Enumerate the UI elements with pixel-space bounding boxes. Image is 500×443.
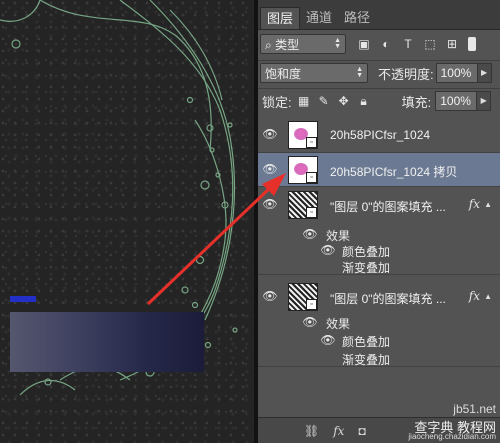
opacity-input[interactable]: 100% xyxy=(435,63,478,83)
eye-icon[interactable]: 👁︎ xyxy=(320,333,336,347)
lock-row: 锁定: ▦ ✎ ✥ 🔒︎ 填充: 100% ▶ xyxy=(258,91,500,111)
layer-name[interactable]: 20h58PICfsr_1024 xyxy=(330,128,430,142)
collapse-arrow-icon[interactable]: ▲ xyxy=(484,292,492,301)
layer-thumbnail: ▫ xyxy=(288,121,318,149)
smart-object-badge-icon: ▫ xyxy=(306,137,317,148)
effect-color-overlay[interactable]: 颜色叠加 xyxy=(342,333,390,350)
smart-object-filter-icon[interactable]: ⊞ xyxy=(444,36,460,52)
eye-icon[interactable]: 👁︎ xyxy=(320,243,336,257)
collapse-arrow-icon[interactable]: ▲ xyxy=(484,200,492,209)
search-icon: ⌕ xyxy=(265,37,272,52)
watermark-site: jb51.net xyxy=(453,402,496,416)
shape-filter-icon[interactable]: ⬚ xyxy=(422,36,438,52)
blend-mode-dropdown[interactable]: 饱和度 ▲ ▼ xyxy=(260,63,368,83)
blend-mode-value: 饱和度 xyxy=(265,66,302,81)
lock-move-icon[interactable]: ✥ xyxy=(336,93,352,109)
link-layers-icon[interactable]: ⛓ xyxy=(304,424,319,438)
tab-layers[interactable]: 图层 xyxy=(260,7,301,29)
gradient-rectangle xyxy=(10,312,204,372)
watermark-url: jiaocheng.chazidian.com xyxy=(408,432,496,441)
layer-thumbnail: ▫ xyxy=(288,191,318,219)
image-filter-icon[interactable]: ▣ xyxy=(356,36,372,52)
eye-icon[interactable]: 👁︎ xyxy=(302,315,318,329)
eye-icon[interactable]: 👁︎ xyxy=(262,127,278,141)
layer-name[interactable]: "图层 0"的图案填充 ... xyxy=(330,198,446,215)
effects-label[interactable]: 效果 xyxy=(326,227,350,244)
filter-kind-dropdown[interactable]: ⌕ 类型 ▲ ▼ xyxy=(260,34,346,54)
adjustment-filter-icon[interactable]: ◐ xyxy=(378,36,394,52)
opacity-label: 不透明度: xyxy=(378,66,434,82)
effects-label[interactable]: 效果 xyxy=(326,315,350,332)
eye-icon[interactable]: 👁︎ xyxy=(302,227,318,241)
filter-kind-label: 类型 xyxy=(275,37,300,52)
fill-slider-arrow[interactable]: ▶ xyxy=(477,91,492,111)
filter-row: ⌕ 类型 ▲ ▼ ▣ ◐ T ⬚ ⊞ xyxy=(258,34,500,54)
layer-row[interactable]: 👁︎ ▫ "图层 0"的图案填充 ... fx ▲ 👁︎ 效果 👁︎ 颜色叠加 … xyxy=(258,275,500,367)
lock-paint-icon[interactable]: ✎ xyxy=(316,93,332,109)
eye-icon[interactable]: 👁︎ xyxy=(262,289,278,303)
add-style-icon[interactable]: fx xyxy=(333,424,344,438)
layers-list: 👁︎ ▫ 20h58PICfsr_1024 👁︎ ▫ 20h58PICfsr_1… xyxy=(258,117,500,417)
layer-name[interactable]: "图层 0"的图案填充 ... xyxy=(330,290,446,307)
effect-gradient-overlay[interactable]: 渐变叠加 xyxy=(342,351,390,368)
effect-color-overlay[interactable]: 颜色叠加 xyxy=(342,243,390,260)
layer-thumbnail: ▫ xyxy=(288,156,318,184)
layer-row[interactable]: 👁︎ ▫ "图层 0"的图案填充 ... fx ▲ 👁︎ 效果 👁︎ 颜色叠加 … xyxy=(258,187,500,275)
lock-all-icon[interactable]: 🔒︎ xyxy=(356,93,372,109)
opacity-slider-arrow[interactable]: ▶ xyxy=(477,63,492,83)
effect-gradient-overlay[interactable]: 渐变叠加 xyxy=(342,259,390,276)
updown-icon: ▲ ▼ xyxy=(356,66,363,79)
smart-object-badge-icon: ▫ xyxy=(306,172,317,183)
fill-input[interactable]: 100% xyxy=(435,91,478,111)
eye-icon[interactable]: 👁︎ xyxy=(262,162,278,176)
layer-name[interactable]: 20h58PICfsr_1024 拷贝 xyxy=(330,163,457,180)
text-filter-icon[interactable]: T xyxy=(400,36,416,52)
fx-icon[interactable]: fx xyxy=(469,197,480,211)
layer-thumbnail: ▫ xyxy=(288,283,318,311)
tab-channels[interactable]: 通道 xyxy=(300,7,338,29)
tab-paths[interactable]: 路径 xyxy=(338,7,376,29)
layer-row-selected[interactable]: 👁︎ ▫ 20h58PICfsr_1024 拷贝 xyxy=(258,153,500,187)
lock-transparent-icon[interactable]: ▦ xyxy=(296,93,312,109)
fx-icon[interactable]: fx xyxy=(469,289,480,303)
blue-stroke xyxy=(10,296,36,302)
filter-toggle-switch[interactable] xyxy=(468,37,476,51)
add-mask-icon[interactable]: ◘ xyxy=(358,424,365,438)
panel-tabs: 图层 通道 路径 xyxy=(258,0,500,30)
document-canvas[interactable] xyxy=(0,0,254,443)
fill-layer-badge-icon: ▫ xyxy=(306,299,317,310)
updown-icon: ▲ ▼ xyxy=(334,37,341,50)
lock-label: 锁定: xyxy=(262,94,292,110)
layers-panel: 图层 通道 路径 ⌕ 类型 ▲ ▼ ▣ ◐ T ⬚ ⊞ 饱和度 ▲ ▼ 不透明度: … xyxy=(258,0,500,443)
filter-icons: ▣ ◐ T ⬚ ⊞ xyxy=(356,36,460,52)
layer-row[interactable]: 👁︎ ▫ 20h58PICfsr_1024 xyxy=(258,117,500,153)
fill-layer-badge-icon: ▫ xyxy=(306,207,317,218)
eye-icon[interactable]: 👁︎ xyxy=(262,197,278,211)
fill-label: 填充: xyxy=(401,94,432,110)
blend-row: 饱和度 ▲ ▼ 不透明度: 100% ▶ xyxy=(258,63,500,83)
ornament-drawing xyxy=(0,0,238,396)
